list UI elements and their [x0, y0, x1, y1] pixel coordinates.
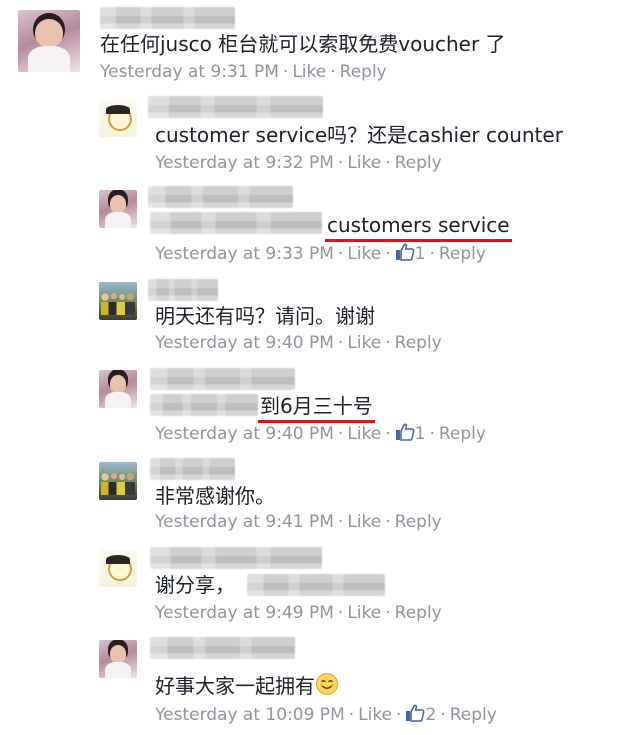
- redacted-text: [150, 394, 258, 416]
- like-link[interactable]: Like: [292, 62, 326, 82]
- comment-text-highlighted: customers service: [325, 212, 512, 242]
- comment-text: 谢分享，: [155, 573, 235, 597]
- comment-timestamp[interactable]: Yesterday at 9:40 PM: [155, 424, 334, 444]
- comment-text-highlighted: 到6月三十号: [258, 393, 375, 423]
- comment-timestamp[interactable]: Yesterday at 9:32 PM: [155, 153, 334, 173]
- avatar[interactable]: [18, 10, 80, 72]
- redacted-author-name: [150, 637, 295, 659]
- comment-text: 好事大家一起拥有: [155, 672, 339, 702]
- reply-link[interactable]: Reply: [450, 705, 497, 725]
- smiling-face-emoji-icon: [315, 672, 339, 702]
- redacted-author-name: [150, 368, 295, 390]
- avatar[interactable]: [99, 190, 137, 228]
- comment-timestamp[interactable]: Yesterday at 9:31 PM: [100, 62, 279, 82]
- comment-meta: Yesterday at 10:09 PM · Like · 2 · Reply: [155, 704, 497, 725]
- avatar[interactable]: [99, 370, 137, 408]
- like-link[interactable]: Like: [347, 603, 381, 623]
- comment-timestamp[interactable]: Yesterday at 9:40 PM: [155, 333, 334, 353]
- like-thumb-icon: [406, 704, 425, 722]
- comment-meta: Yesterday at 9:49 PM · Like · Reply: [155, 603, 442, 623]
- like-link[interactable]: Like: [347, 333, 381, 353]
- comment-meta: Yesterday at 9:40 PM · Like · Reply: [155, 333, 442, 353]
- comment-timestamp[interactable]: Yesterday at 10:09 PM: [155, 705, 345, 725]
- like-count: 2: [425, 705, 437, 725]
- avatar[interactable]: [99, 99, 137, 137]
- like-link[interactable]: Like: [347, 153, 381, 173]
- avatar[interactable]: [99, 549, 137, 587]
- redacted-author-name: [148, 186, 293, 208]
- reply-link[interactable]: Reply: [439, 244, 486, 264]
- avatar[interactable]: [99, 462, 137, 500]
- reply-link[interactable]: Reply: [439, 424, 486, 444]
- comment-meta: Yesterday at 9:31 PM · Like · Reply: [100, 62, 387, 82]
- like-link[interactable]: Like: [358, 705, 392, 725]
- redacted-author-name: [100, 7, 235, 29]
- redacted-author-name: [150, 458, 235, 480]
- comment-meta: Yesterday at 9:32 PM · Like · Reply: [155, 153, 442, 173]
- avatar[interactable]: [99, 282, 137, 320]
- like-thumb-icon: [395, 243, 415, 261]
- like-link[interactable]: Like: [347, 424, 381, 444]
- redacted-author-name: [148, 279, 218, 301]
- reply-link[interactable]: Reply: [395, 512, 442, 532]
- comment-meta: Yesterday at 9:40 PM · Like · 1 · Reply: [155, 423, 486, 444]
- comment-text: 非常感谢你。: [155, 484, 275, 508]
- reply-link[interactable]: Reply: [395, 333, 442, 353]
- comment-text: 在任何jusco 柜台就可以索取免费voucher 了: [100, 32, 506, 56]
- comment-meta: Yesterday at 9:41 PM · Like · Reply: [155, 512, 442, 532]
- redacted-author-name: [150, 547, 322, 569]
- reply-link[interactable]: Reply: [340, 62, 387, 82]
- avatar[interactable]: [99, 640, 137, 678]
- comment-text: 明天还有吗？请问。谢谢: [155, 304, 375, 328]
- comment-meta: Yesterday at 9:33 PM · Like · 1 · Reply: [155, 243, 486, 264]
- redacted-text: [150, 212, 322, 234]
- like-link[interactable]: Like: [347, 244, 381, 264]
- redacted-text: [247, 574, 385, 596]
- like-thumb-icon: [395, 423, 415, 441]
- comment-text: customer service吗？还是cashier counter: [155, 123, 563, 147]
- comment-timestamp[interactable]: Yesterday at 9:41 PM: [155, 512, 334, 532]
- reply-link[interactable]: Reply: [395, 603, 442, 623]
- like-link[interactable]: Like: [347, 512, 381, 532]
- comment-body: 好事大家一起拥有: [155, 674, 315, 698]
- comment-timestamp[interactable]: Yesterday at 9:49 PM: [155, 603, 334, 623]
- comment-timestamp[interactable]: Yesterday at 9:33 PM: [155, 244, 334, 264]
- like-count: 1: [414, 244, 426, 264]
- like-count: 1: [414, 424, 426, 444]
- reply-link[interactable]: Reply: [395, 153, 442, 173]
- redacted-author-name: [148, 96, 323, 118]
